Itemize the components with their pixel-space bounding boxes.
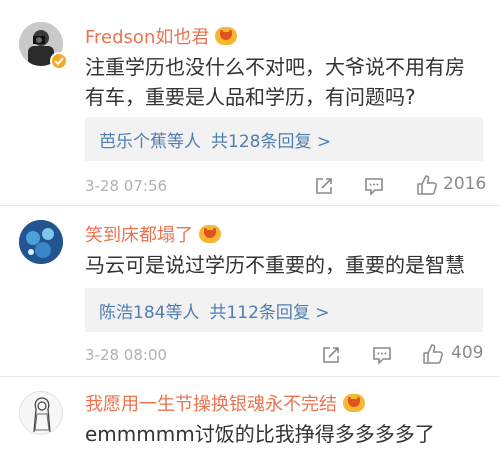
share-icon[interactable] — [321, 345, 341, 365]
verified-icon — [50, 52, 68, 70]
timestamp: 3-28 07:56 — [85, 177, 168, 195]
reply-names[interactable]: 芭乐个蕉等人 — [99, 127, 201, 152]
reply-count-link[interactable]: 共112条回复 > — [209, 298, 329, 323]
comment-text: emmmmm讨饭的比我挣得多多多多了 — [85, 419, 435, 449]
vip-emoji-icon — [343, 394, 365, 412]
reply-names[interactable]: 陈浩184等人 — [99, 298, 199, 323]
comment-meta: 3-28 07:56 2016 — [85, 174, 487, 198]
avatar[interactable] — [19, 391, 63, 435]
like-icon[interactable] — [422, 343, 444, 365]
reply-count-link[interactable]: 共128条回复 > — [211, 127, 331, 152]
user-row: 笑到床都塌了 — [85, 220, 221, 248]
comment-text: 马云可是说过学历不重要的，重要的是智慧 — [85, 250, 465, 280]
comment-line: 马云可是说过学历不重要的，重要的是智慧 — [85, 253, 465, 277]
like-count: 2016 — [443, 174, 487, 194]
comment-icon[interactable] — [364, 176, 384, 196]
user-row: 我愿用一生节操换银魂永不完结 — [85, 389, 365, 417]
avatar-photo — [19, 220, 63, 264]
username[interactable]: 我愿用一生节操换银魂永不完结 — [85, 390, 337, 416]
comment-1: Fredson如也君 注重学历也没什么不对吧，大爷说不用有房 有车，重要是人品和… — [0, 0, 500, 205]
share-icon[interactable] — [314, 176, 334, 196]
reply-summary[interactable]: 芭乐个蕉等人 共128条回复 > — [85, 117, 483, 161]
comment-2: 笑到床都塌了 马云可是说过学历不重要的，重要的是智慧 陈浩184等人 共112条… — [0, 206, 500, 376]
vip-emoji-icon — [215, 27, 238, 45]
like-icon[interactable] — [416, 174, 438, 196]
reply-summary[interactable]: 陈浩184等人 共112条回复 > — [85, 288, 483, 332]
comment-meta: 3-28 08:00 409 — [85, 343, 485, 367]
comment-3: 我愿用一生节操换银魂永不完结 emmmmm讨饭的比我挣得多多多多了 — [0, 377, 500, 457]
timestamp: 3-28 08:00 — [85, 346, 168, 364]
avatar-photo — [20, 392, 62, 434]
username[interactable]: Fredson如也君 — [85, 23, 209, 49]
vip-emoji-icon — [199, 225, 221, 243]
like-count: 409 — [451, 343, 484, 363]
comment-text: 注重学历也没什么不对吧，大爷说不用有房 有车，重要是人品和学历，有问题吗? — [85, 52, 465, 112]
user-row: Fredson如也君 — [85, 22, 238, 50]
comment-line: 有车，重要是人品和学历，有问题吗? — [85, 85, 416, 109]
comment-line: emmmmm讨饭的比我挣得多多多多了 — [85, 422, 435, 446]
comment-line: 注重学历也没什么不对吧，大爷说不用有房 — [85, 55, 465, 79]
username[interactable]: 笑到床都塌了 — [85, 221, 193, 247]
comment-icon[interactable] — [372, 345, 392, 365]
avatar[interactable] — [19, 220, 63, 264]
